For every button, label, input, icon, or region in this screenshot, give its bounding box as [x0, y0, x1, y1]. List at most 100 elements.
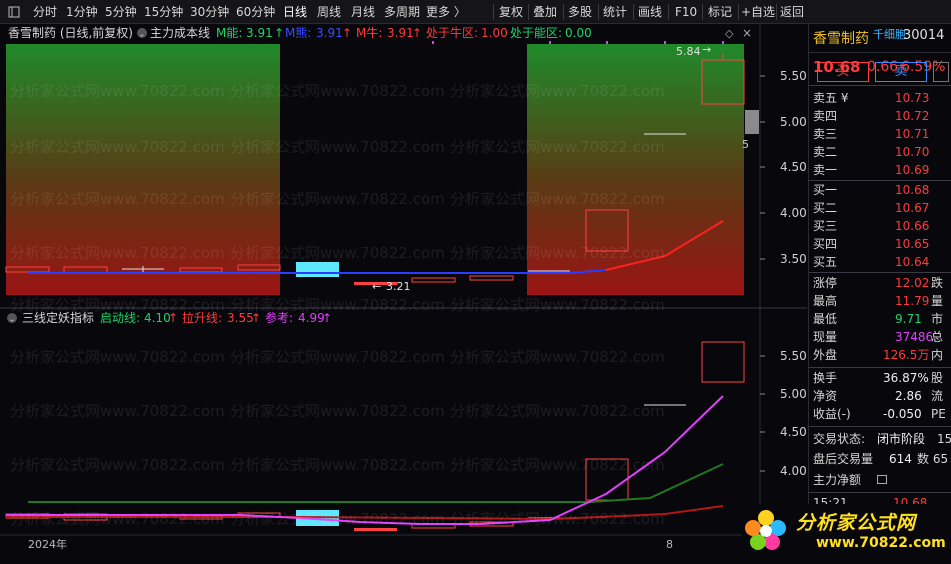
bid-row-3[interactable]: 买三 10.66: [813, 217, 951, 235]
stock-code: 30014: [903, 28, 945, 43]
period-tab-1min[interactable]: 1分钟: [66, 0, 98, 24]
stat-net-asset: 净资 2.86 流: [813, 389, 944, 403]
stock-name: 香雪制药: [813, 31, 869, 47]
neng-zone-value: 0.00: [565, 26, 592, 40]
m-neng-label: M能:: [216, 26, 242, 40]
period-tab-multi[interactable]: 多周期: [384, 0, 420, 24]
logo-line1: 分析家公式网: [796, 512, 917, 534]
svg-text:4.50: 4.50: [780, 425, 807, 439]
svg-text:↑: ↑: [342, 26, 352, 40]
candle: [411, 277, 456, 283]
svg-text:分析家公式网www.70822.com: 分析家公式网www.70822.com: [230, 510, 445, 528]
svg-text:◇: ◇: [725, 27, 734, 40]
period-tab-fenshi[interactable]: 分时: [33, 0, 57, 24]
bid-row-4[interactable]: 买四 10.65: [813, 235, 951, 253]
svg-text:分析家公式网www.70822.com: 分析家公式网www.70822.com: [10, 296, 225, 314]
svg-text:5.00: 5.00: [780, 387, 807, 401]
stat-low: 最低 9.71 市: [813, 312, 944, 326]
logo-line2: www.70822.com: [816, 535, 946, 551]
stat-limit-up: 涨停 12.02 跌: [813, 276, 944, 290]
indicator-name: 主力成本线: [150, 26, 210, 40]
svg-text:分析家公式网www.70822.com: 分析家公式网www.70822.com: [450, 190, 665, 208]
watermark: 分析家公式网www.70822.com 分析家公式网www.70822.com 分析…: [10, 82, 665, 528]
sidebar-toggle-icon[interactable]: [8, 0, 20, 24]
svg-text:分析家公式网www.70822.com: 分析家公式网www.70822.com: [230, 138, 445, 156]
trade-status: 交易状态: 闭市阶段 15: [813, 432, 951, 446]
svg-text:×: ×: [742, 26, 752, 40]
period-tab-daily[interactable]: 日线: [283, 0, 307, 24]
svg-text:分析家公式网www.70822.com: 分析家公式网www.70822.com: [230, 456, 445, 474]
svg-text:分析家公式网www.70822.com: 分析家公式网www.70822.com: [10, 402, 225, 420]
adjust-button[interactable]: 复权: [499, 0, 523, 24]
svg-text:分析家公式网www.70822.com: 分析家公式网www.70822.com: [230, 82, 445, 100]
m-niu-label: M牛:: [356, 25, 382, 40]
svg-text:分析家公式网www.70822.com: 分析家公式网www.70822.com: [230, 296, 445, 314]
list-icon[interactable]: [877, 475, 887, 484]
period-tab-5min[interactable]: 5分钟: [105, 0, 137, 24]
ask-row-4[interactable]: 卖四 10.72: [813, 107, 951, 125]
period-tab-60min[interactable]: 60分钟: [236, 0, 275, 24]
stat-volume: 现量 37486 总: [813, 330, 944, 344]
svg-text:分析家公式网www.70822.com: 分析家公式网www.70822.com: [450, 244, 665, 262]
bid-row-5[interactable]: 买五 10.64: [813, 253, 951, 271]
mark-button[interactable]: 标记: [708, 0, 732, 24]
stock-title: 香雪制药 (日线,前复权): [8, 25, 133, 40]
ask-row-1[interactable]: 卖一 10.69: [813, 161, 951, 179]
lower-axis: 5.50 5.00 4.50 4.00: [760, 349, 807, 478]
candle: [296, 262, 339, 277]
svg-text:分析家公式网www.70822.com: 分析家公式网www.70822.com: [450, 402, 665, 420]
bid-row-2[interactable]: 买二 10.67: [813, 199, 951, 217]
quote-panel: 香雪制药 千细胞 30014 10.68 0.66 6.59% 买 卖 卖五 ¥…: [808, 24, 951, 560]
svg-text:分析家公式网www.70822.com: 分析家公式网www.70822.com: [10, 82, 225, 100]
statistics-button[interactable]: 统计: [603, 0, 627, 24]
multi-stock-button[interactable]: 多股: [568, 0, 592, 24]
brand-logo: 分析家公式网 www.70822.com: [742, 504, 951, 560]
bottom-marker: 8: [666, 538, 673, 551]
svg-text:分析家公式网www.70822.com: 分析家公式网www.70822.com: [230, 190, 445, 208]
period-tab-weekly[interactable]: 周线: [317, 0, 341, 24]
high-price-marker: 5.84: [676, 45, 701, 58]
main-net-amount[interactable]: 主力净额: [813, 471, 951, 489]
f10-button[interactable]: F10: [675, 0, 697, 24]
upper-axis: 5.50 5.00 4.50 4.00 3.50: [760, 69, 807, 266]
svg-text:→: →: [702, 43, 711, 56]
chart-area[interactable]: 香雪制药 (日线,前复权) ⌄ 主力成本线 M能: 3.91 ↑ M熊: 3.9…: [0, 24, 807, 560]
period-tab-15min[interactable]: 15分钟: [144, 0, 183, 24]
stock-tag[interactable]: 千细胞: [873, 26, 906, 42]
period-tab-30min[interactable]: 30分钟: [190, 0, 229, 24]
svg-text:分析家公式网www.70822.com: 分析家公式网www.70822.com: [450, 456, 665, 474]
overlay-button[interactable]: 叠加: [533, 0, 557, 24]
more-menu[interactable]: 更多 〉: [426, 0, 466, 24]
sell-button[interactable]: 卖: [875, 62, 927, 82]
scroll-marker[interactable]: [745, 110, 759, 134]
svg-text:4.50: 4.50: [780, 160, 807, 174]
stat-eps: 收益(-) -0.050 PE: [813, 407, 946, 421]
top-toolbar: 分时 1分钟 5分钟 15分钟 30分钟 60分钟 日线 周线 月线 多周期 更…: [0, 0, 951, 24]
niu-zone-label: 处于牛区:: [426, 25, 478, 40]
svg-text:←: ←: [372, 280, 381, 293]
candle: [469, 275, 514, 281]
panel-toggle-button[interactable]: [933, 62, 949, 82]
svg-text:⌄: ⌄: [139, 30, 146, 39]
svg-text:4.00: 4.00: [780, 464, 807, 478]
kline-chart[interactable]: 香雪制药 (日线,前复权) ⌄ 主力成本线 M能: 3.91 ↑ M熊: 3.9…: [0, 24, 807, 560]
back-button[interactable]: 返回: [780, 0, 804, 24]
ask-row-5[interactable]: 卖五 ¥10.73: [813, 89, 951, 107]
ask-row-2[interactable]: 卖二 10.70: [813, 143, 951, 161]
m-xiong-label: M熊:: [285, 25, 311, 40]
stat-outer: 外盘 126.5万内: [813, 348, 944, 362]
svg-text:分析家公式网www.70822.com: 分析家公式网www.70822.com: [450, 82, 665, 100]
period-tab-monthly[interactable]: 月线: [351, 0, 375, 24]
buy-button[interactable]: 买: [817, 62, 869, 82]
m-niu-value: 3.91: [387, 26, 414, 40]
draw-line-button[interactable]: 画线: [638, 0, 662, 24]
svg-text:分析家公式网www.70822.com: 分析家公式网www.70822.com: [450, 138, 665, 156]
ask-row-3[interactable]: 卖三 10.71: [813, 125, 951, 143]
svg-text:分析家公式网www.70822.com: 分析家公式网www.70822.com: [10, 190, 225, 208]
bid-row-1[interactable]: 买一 10.68: [813, 181, 951, 199]
svg-text:分析家公式网www.70822.com: 分析家公式网www.70822.com: [10, 348, 225, 366]
upper-legend: 香雪制药 (日线,前复权) ⌄ 主力成本线 M能: 3.91 ↑ M熊: 3.9…: [8, 25, 752, 40]
svg-text:分析家公式网www.70822.com: 分析家公式网www.70822.com: [230, 244, 445, 262]
m-neng-value: 3.91: [246, 26, 273, 40]
add-watchlist-button[interactable]: +自选: [741, 0, 775, 24]
